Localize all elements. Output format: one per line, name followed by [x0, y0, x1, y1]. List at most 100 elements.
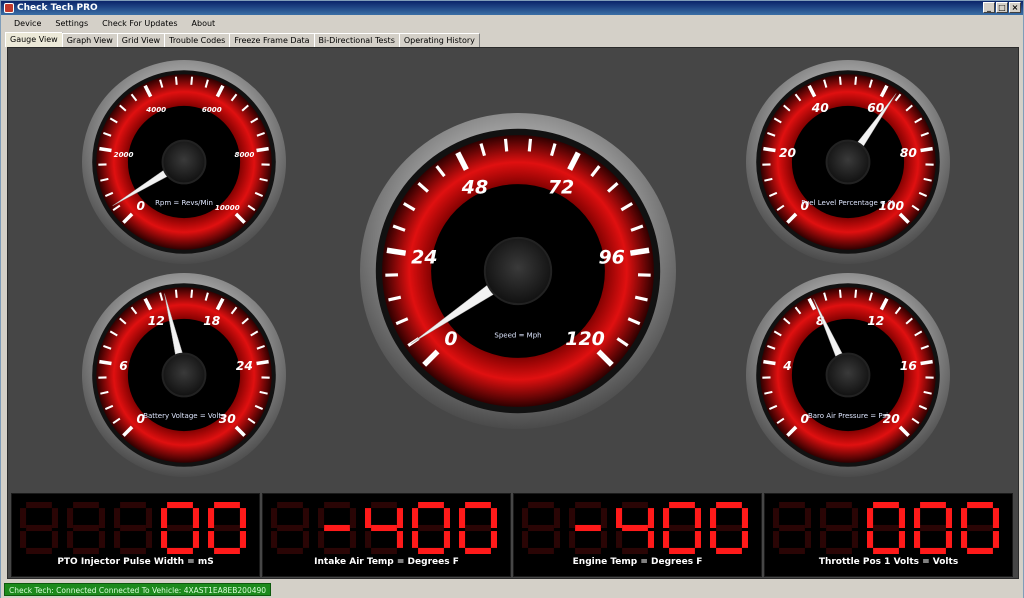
unlit-segment [98, 531, 105, 548]
lit-segment [490, 531, 497, 548]
app-logo-icon [4, 3, 14, 13]
gauge-tick-label: 6000 [202, 105, 222, 114]
unlit-segment [851, 508, 858, 528]
tab-operating-history[interactable]: Operating History [398, 33, 480, 47]
lit-segment [616, 508, 623, 528]
gauge-major-tick [920, 146, 933, 153]
gauge-tick-label: 40 [811, 101, 830, 115]
tab-bi-directional-tests[interactable]: Bi-Directional Tests [313, 33, 400, 47]
unlit-segment [120, 547, 146, 554]
lit-segment [967, 547, 993, 554]
tab-freeze-frame-data[interactable]: Freeze Frame Data [229, 33, 315, 47]
tab-gauge-view[interactable]: Gauge View [5, 32, 63, 47]
lit-segment [443, 531, 450, 548]
unlit-segment [26, 547, 52, 554]
unlit-segment [418, 524, 444, 532]
gauge-tick-label: 18 [203, 314, 221, 328]
unlit-segment [820, 508, 827, 528]
lit-segment [412, 508, 419, 528]
gauge-label: Fuel Level Percentage = % [801, 199, 895, 207]
lit-segment [192, 508, 199, 528]
unlit-segment [51, 531, 58, 548]
lit-segment [490, 508, 497, 528]
gauge-minor-tick [838, 289, 842, 298]
tab-trouble-codes[interactable]: Trouble Codes [164, 33, 231, 47]
lit-segment [418, 502, 444, 509]
lit-segment [161, 508, 168, 528]
unlit-segment [371, 502, 397, 509]
lit-segment [710, 531, 717, 548]
unlit-segment [277, 502, 303, 509]
unlit-segment [318, 531, 325, 548]
menu-bar: Device Settings Check For Updates About [1, 15, 1023, 32]
unlit-segment [120, 502, 146, 509]
gauge-major-tick [763, 146, 776, 153]
gauge-tick-label: 24 [236, 359, 253, 373]
lit-segment [920, 547, 946, 554]
menu-check-for-updates[interactable]: Check For Updates [95, 19, 184, 28]
minimize-button[interactable]: _ [983, 2, 995, 13]
unlit-segment [324, 547, 350, 554]
gauge-tick-label: 12 [148, 314, 165, 328]
maximize-button[interactable]: □ [996, 2, 1008, 13]
gauge-tick-label: 0 [136, 199, 145, 213]
gauge-label: Speed = Mph [494, 331, 541, 339]
lit-segment [208, 531, 215, 548]
title-bar: Check Tech PRO _ □ × [1, 1, 1023, 15]
unlit-segment [26, 502, 52, 509]
gauge-hub [161, 352, 207, 398]
unlit-segment [73, 547, 99, 554]
digital-label-engine-temp: Engine Temp = Degrees F [572, 557, 703, 567]
gauge-battery: 0612 182430Battery Voltage = Volts [82, 273, 286, 477]
unlit-segment [967, 524, 993, 532]
menu-settings[interactable]: Settings [48, 19, 95, 28]
window-title: Check Tech PRO [17, 3, 98, 13]
digital-display-engine-temp: Engine Temp = Degrees F [513, 493, 762, 577]
gauge-hub [825, 352, 871, 398]
gauge-tick-label: 48 [461, 177, 488, 199]
lit-segment [873, 502, 899, 509]
gauge-major-tick [386, 247, 407, 256]
app-window: Check Tech PRO _ □ × Device Settings Che… [0, 0, 1024, 598]
unlit-segment [773, 508, 780, 528]
menu-about[interactable]: About [185, 19, 223, 28]
unlit-segment [528, 502, 554, 509]
tab-graph-view[interactable]: Graph View [61, 33, 118, 47]
unlit-segment [779, 547, 805, 554]
gauge-tick-label: 6 [119, 359, 128, 373]
lit-segment [443, 508, 450, 528]
unlit-segment [569, 531, 576, 548]
unlit-segment [465, 524, 491, 532]
digital-readout-pto [20, 502, 246, 554]
gauge-major-tick [256, 146, 269, 153]
tab-grid-view[interactable]: Grid View [116, 33, 166, 47]
lit-segment [945, 508, 952, 528]
gauge-minor-tick [527, 138, 533, 152]
unlit-segment [302, 508, 309, 528]
unlit-segment [528, 547, 554, 554]
close-button[interactable]: × [1009, 2, 1021, 13]
unlit-segment [318, 508, 325, 528]
unlit-segment [920, 524, 946, 532]
digital-display-pto: PTO Injector Pulse Width = mS [11, 493, 260, 577]
lit-segment [167, 502, 193, 509]
lit-segment [867, 508, 874, 528]
gauge-major-tick [256, 359, 269, 366]
unlit-segment [569, 508, 576, 528]
unlit-segment [669, 524, 695, 532]
lit-segment [694, 531, 701, 548]
unlit-segment [277, 524, 303, 532]
gauge-tick-label: 96 [598, 246, 624, 268]
lit-segment [396, 508, 403, 528]
gauge-fuel: 02040 6080100Fuel Level Percentage = % [746, 60, 950, 264]
gauge-minor-tick [854, 289, 858, 298]
unlit-segment [575, 502, 601, 509]
lit-segment [967, 502, 993, 509]
lit-segment [214, 502, 240, 509]
gauge-tick-label: 2000 [114, 150, 134, 159]
status-bar: Check Tech: Connected Connected To Vehic… [1, 581, 1023, 598]
gauge-hub [825, 139, 871, 185]
menu-device[interactable]: Device [7, 19, 48, 28]
connection-status: Check Tech: Connected Connected To Vehic… [4, 583, 272, 596]
gauge-speed: 0 24 48 72 96 120 Speed = Mph [360, 113, 676, 429]
